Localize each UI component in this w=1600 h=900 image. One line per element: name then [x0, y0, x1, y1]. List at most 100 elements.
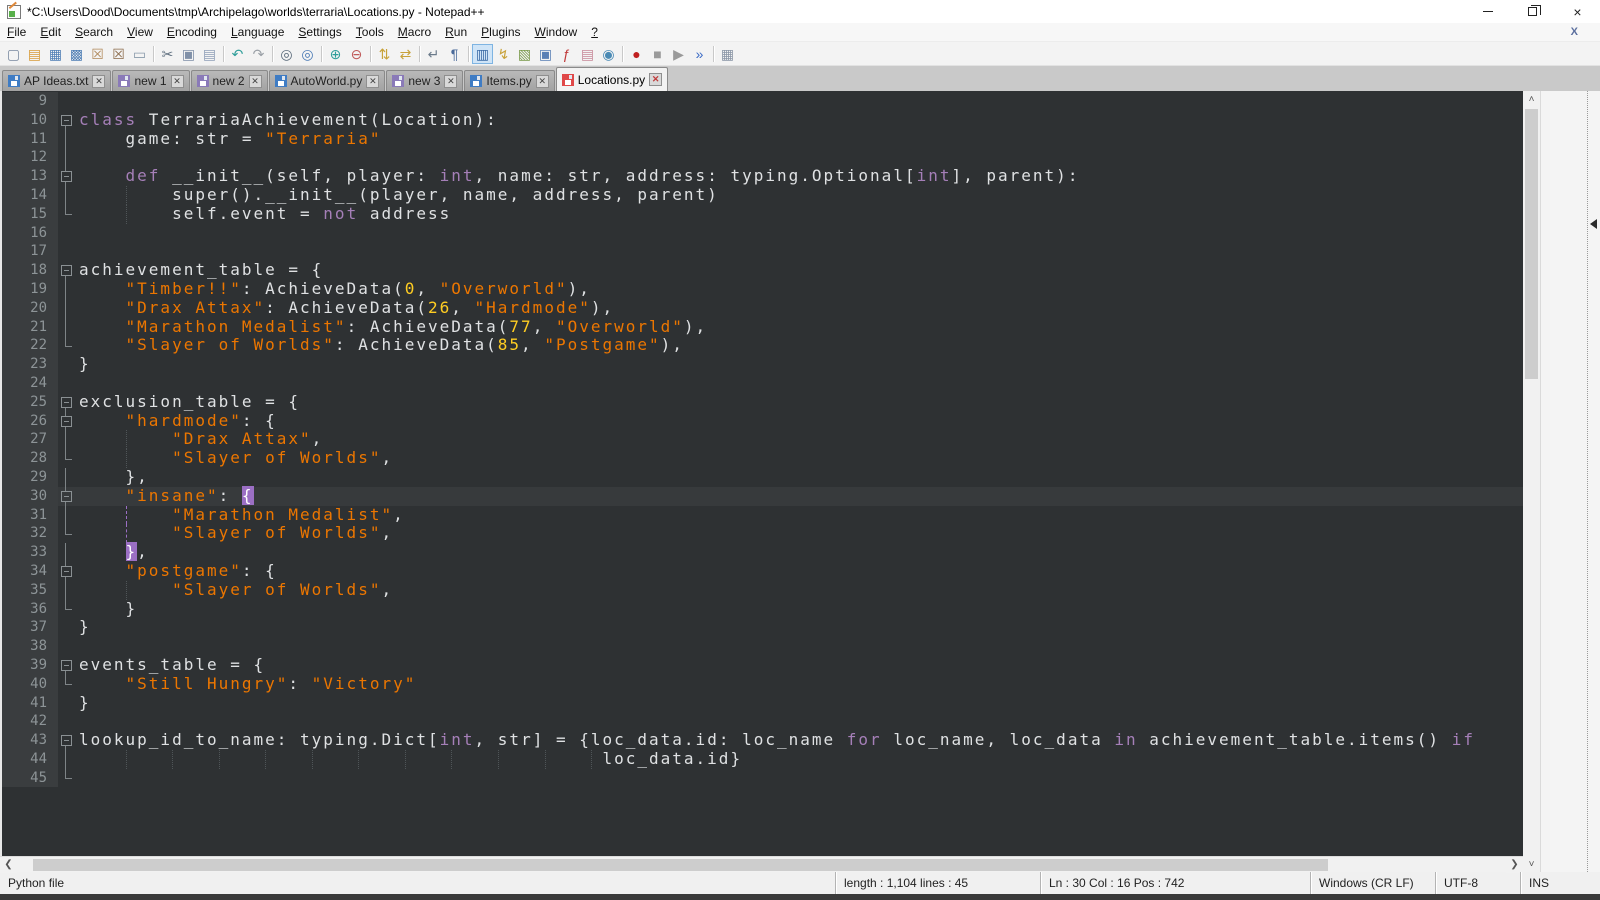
close-button[interactable]: × [1555, 0, 1600, 23]
code-line-13[interactable]: 13 def __init__(self, player: int, name:… [2, 167, 1523, 186]
tab-close-icon[interactable]: ✕ [249, 75, 262, 88]
tab-locations-py[interactable]: Locations.py✕ [556, 67, 668, 91]
scroll-up-icon[interactable]: ˄ [1523, 91, 1540, 107]
code-line-32[interactable]: 32 "Slayer of Worlds", [2, 524, 1523, 543]
code-line-36[interactable]: 36 } [2, 600, 1523, 619]
function-completion-icon[interactable]: ↯ [493, 44, 514, 64]
tab-items-py[interactable]: Items.py✕ [464, 70, 554, 91]
code-area[interactable]: 910class TerrariaAchievement(Location):1… [0, 91, 1523, 856]
code-line-23[interactable]: 23} [2, 355, 1523, 374]
fold-collapse-icon[interactable] [58, 167, 74, 186]
tab-close-icon[interactable]: ✕ [366, 75, 379, 88]
code-line-29[interactable]: 29 }, [2, 468, 1523, 487]
code-line-42[interactable]: 42 [2, 712, 1523, 731]
code-line-10[interactable]: 10class TerrariaAchievement(Location): [2, 111, 1523, 130]
tab-ap-ideas-txt[interactable]: AP Ideas.txt✕ [2, 70, 111, 91]
horizontal-scrollbar[interactable]: ❮ ❯ [0, 856, 1523, 872]
code-line-34[interactable]: 34 "postgame": { [2, 562, 1523, 581]
menu-item-window[interactable]: Window [528, 23, 585, 41]
show-all-characters-icon[interactable]: ¶ [444, 44, 465, 64]
macro-save-icon[interactable]: ▦ [717, 44, 738, 64]
vertical-scrollbar[interactable]: ˄ ˅ [1523, 91, 1540, 872]
menu-item-macro[interactable]: Macro [391, 23, 438, 41]
code-line-21[interactable]: 21 "Marathon Medalist": AchieveData(77, … [2, 318, 1523, 337]
status-encoding[interactable]: UTF-8 [1435, 872, 1520, 894]
fold-collapse-icon[interactable] [58, 562, 74, 581]
status-eol-format[interactable]: Windows (CR LF) [1310, 872, 1435, 894]
fold-collapse-icon[interactable] [58, 656, 74, 675]
indent-guide-icon[interactable]: ▥ [472, 44, 493, 64]
tab-new-3[interactable]: new 3✕ [386, 70, 463, 91]
save-icon[interactable]: ▦ [45, 44, 66, 64]
code-line-41[interactable]: 41} [2, 694, 1523, 713]
close-all-icon[interactable]: ☒ [108, 44, 129, 64]
tab-close-icon[interactable]: ✕ [171, 75, 184, 88]
code-line-20[interactable]: 20 "Drax Attax": AchieveData(26, "Hardmo… [2, 299, 1523, 318]
scroll-down-icon[interactable]: ˅ [1523, 856, 1540, 872]
close-icon[interactable]: ☒ [87, 44, 108, 64]
menu-item-plugins[interactable]: Plugins [474, 23, 527, 41]
code-line-39[interactable]: 39events_table = { [2, 656, 1523, 675]
word-wrap-icon[interactable]: ↵ [423, 44, 444, 64]
zoom-out-icon[interactable]: ⊖ [346, 44, 367, 64]
document-map-icon[interactable]: ▧ [514, 44, 535, 64]
scroll-left-icon[interactable]: ❮ [0, 857, 17, 873]
macro-record-icon[interactable]: ● [626, 44, 647, 64]
menu-item-view[interactable]: View [120, 23, 160, 41]
redo-icon[interactable]: ↷ [248, 44, 269, 64]
paste-icon[interactable]: ▤ [199, 44, 220, 64]
fold-collapse-icon[interactable] [58, 731, 74, 750]
macro-run-multiple-icon[interactable]: » [689, 44, 710, 64]
find-icon[interactable]: ◎ [276, 44, 297, 64]
menu-item-run[interactable]: Run [438, 23, 474, 41]
status-insert-mode[interactable]: INS [1520, 872, 1600, 894]
tab-new-1[interactable]: new 1✕ [112, 70, 189, 91]
menu-item-help[interactable]: ? [584, 23, 605, 41]
fold-collapse-icon[interactable] [58, 111, 74, 130]
tab-close-icon[interactable]: ✕ [444, 75, 457, 88]
cut-icon[interactable]: ✂ [157, 44, 178, 64]
code-line-12[interactable]: 12 [2, 148, 1523, 167]
save-all-icon[interactable]: ▩ [66, 44, 87, 64]
replace-icon[interactable]: ◎ [297, 44, 318, 64]
fold-collapse-icon[interactable] [58, 261, 74, 280]
zoom-in-icon[interactable]: ⊕ [325, 44, 346, 64]
code-line-33[interactable]: 33 }, [2, 543, 1523, 562]
vertical-scroll-thumb[interactable] [1525, 109, 1538, 379]
panel-collapse-arrow-icon[interactable] [1590, 219, 1597, 229]
horizontal-scroll-thumb[interactable] [33, 859, 1328, 871]
minimize-button[interactable] [1465, 0, 1510, 23]
code-line-38[interactable]: 38 [2, 637, 1523, 656]
document-close-icon[interactable]: X [1571, 26, 1578, 38]
function-list-icon[interactable]: ƒ [556, 44, 577, 64]
monitoring-eye-icon[interactable]: ◉ [598, 44, 619, 64]
new-file-icon[interactable]: ▢ [3, 44, 24, 64]
menu-item-settings[interactable]: Settings [291, 23, 348, 41]
code-line-24[interactable]: 24 [2, 374, 1523, 393]
menu-item-edit[interactable]: Edit [33, 23, 68, 41]
code-line-14[interactable]: 14 super().__init__(player, name, addres… [2, 186, 1523, 205]
tab-close-icon[interactable]: ✕ [649, 73, 662, 86]
menu-item-file[interactable]: File [0, 23, 33, 41]
code-line-31[interactable]: 31 "Marathon Medalist", [2, 506, 1523, 525]
code-line-19[interactable]: 19 "Timber!!": AchieveData(0, "Overworld… [2, 280, 1523, 299]
fold-collapse-icon[interactable] [58, 412, 74, 431]
menu-item-tools[interactable]: Tools [349, 23, 391, 41]
tab-close-icon[interactable]: ✕ [92, 75, 105, 88]
code-line-30[interactable]: 30 "insane": { [2, 487, 1523, 506]
fold-collapse-icon[interactable] [58, 393, 74, 412]
maximize-button[interactable] [1510, 0, 1555, 23]
code-line-37[interactable]: 37} [2, 618, 1523, 637]
code-line-43[interactable]: 43lookup_id_to_name: typing.Dict[int, st… [2, 731, 1523, 750]
code-line-17[interactable]: 17 [2, 242, 1523, 261]
fold-collapse-icon[interactable] [58, 487, 74, 506]
menu-item-language[interactable]: Language [224, 23, 291, 41]
sync-horizontal-icon[interactable]: ⇄ [395, 44, 416, 64]
code-line-44[interactable]: 44 loc_data.id} [2, 750, 1523, 769]
scroll-right-icon[interactable]: ❯ [1506, 857, 1523, 873]
open-file-icon[interactable]: ▤ [24, 44, 45, 64]
code-line-16[interactable]: 16 [2, 224, 1523, 243]
macro-play-icon[interactable]: ▶ [668, 44, 689, 64]
code-line-40[interactable]: 40 "Still Hungry": "Victory" [2, 675, 1523, 694]
code-line-25[interactable]: 25exclusion_table = { [2, 393, 1523, 412]
